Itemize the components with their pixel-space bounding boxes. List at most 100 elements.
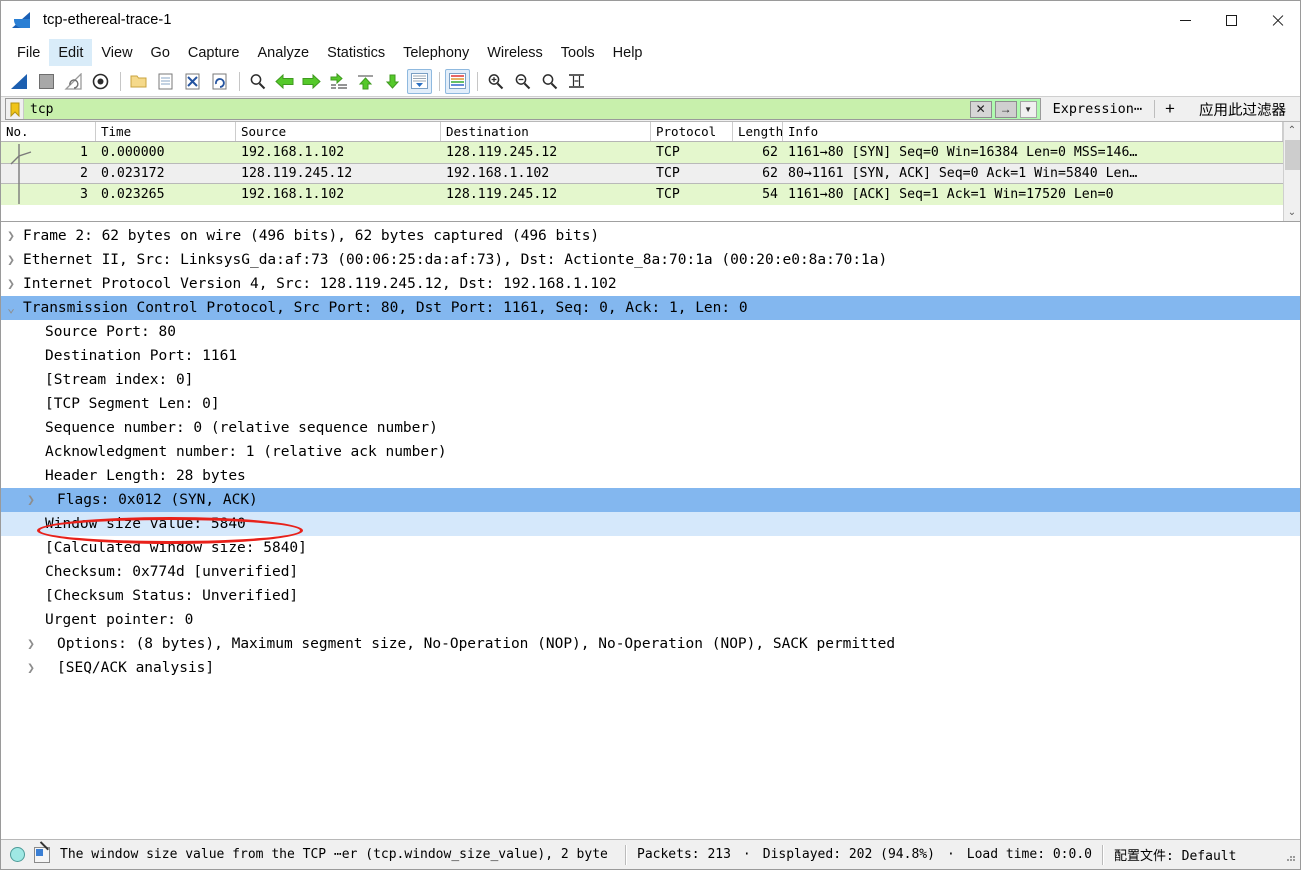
- menu-capture[interactable]: Capture: [179, 39, 249, 66]
- cell-protocol: TCP: [656, 145, 680, 160]
- cell-length: 54: [762, 187, 778, 202]
- column-no[interactable]: No.: [1, 122, 96, 141]
- filter-history-chevron-down-icon[interactable]: ▼: [1019, 100, 1037, 118]
- detail-calculated-window-size[interactable]: ❯ [Calculated window size: 5840]: [1, 536, 1300, 560]
- reload-file-icon[interactable]: [207, 69, 232, 94]
- apply-this-filter-label[interactable]: 应用此过滤器: [1185, 97, 1300, 121]
- chevron-right-icon[interactable]: ❯: [21, 637, 41, 652]
- detail-window-size-value[interactable]: ❯ Window size value: 5840: [1, 512, 1300, 536]
- open-file-icon[interactable]: [126, 69, 151, 94]
- tree-spacer: ❯: [1, 349, 21, 364]
- chevron-right-icon[interactable]: ❯: [1, 277, 21, 292]
- status-profile[interactable]: 配置文件: Default: [1104, 845, 1246, 864]
- menu-view[interactable]: View: [92, 39, 141, 66]
- chevron-right-icon[interactable]: ❯: [1, 229, 21, 244]
- menu-wireless[interactable]: Wireless: [478, 39, 552, 66]
- capture-options-icon[interactable]: [88, 69, 113, 94]
- table-row[interactable]: 2 0.023172 128.119.245.12 192.168.1.102 …: [1, 163, 1283, 184]
- detail-calculated-window-size-label: [Calculated window size: 5840]: [45, 540, 307, 556]
- detail-tcp[interactable]: ⌄ Transmission Control Protocol, Src Por…: [1, 296, 1300, 320]
- auto-scroll-icon[interactable]: [407, 68, 432, 94]
- menu-statistics[interactable]: Statistics: [318, 39, 394, 66]
- scroll-down-icon[interactable]: ⌄: [1284, 204, 1301, 221]
- column-protocol[interactable]: Protocol: [651, 122, 733, 141]
- detail-destination-port[interactable]: ❯ Destination Port: 1161: [1, 344, 1300, 368]
- packet-list-scrollbar[interactable]: ⌃ ⌄: [1283, 122, 1300, 221]
- stop-capture-icon[interactable]: [34, 69, 59, 94]
- menu-tools[interactable]: Tools: [552, 39, 604, 66]
- detail-tcp-segment-len[interactable]: ❯ [TCP Segment Len: 0]: [1, 392, 1300, 416]
- menu-analyze[interactable]: Analyze: [248, 39, 318, 66]
- tree-spacer: ❯: [1, 445, 21, 460]
- go-to-first-icon[interactable]: [353, 69, 378, 94]
- detail-checksum[interactable]: ❯ Checksum: 0x774d [unverified]: [1, 560, 1300, 584]
- scroll-up-icon[interactable]: ⌃: [1284, 122, 1301, 139]
- start-capture-icon[interactable]: [7, 69, 32, 94]
- detail-frame-label: Frame 2: 62 bytes on wire (496 bits), 62…: [23, 228, 600, 244]
- column-source[interactable]: Source: [236, 122, 441, 141]
- go-to-packet-icon[interactable]: [326, 69, 351, 94]
- detail-source-port[interactable]: ❯ Source Port: 80: [1, 320, 1300, 344]
- resize-columns-icon[interactable]: [564, 69, 589, 94]
- detail-urgent-pointer[interactable]: ❯ Urgent pointer: 0: [1, 608, 1300, 632]
- chevron-down-icon[interactable]: ⌄: [1, 301, 21, 316]
- go-back-icon[interactable]: [272, 69, 297, 94]
- status-field-help: The window size value from the TCP ⋯er (…: [60, 847, 608, 862]
- detail-frame[interactable]: ❯ Frame 2: 62 bytes on wire (496 bits), …: [1, 224, 1300, 248]
- minimize-button[interactable]: [1162, 1, 1208, 39]
- restart-capture-icon[interactable]: [61, 69, 86, 94]
- detail-sequence-number[interactable]: ❯ Sequence number: 0 (relative sequence …: [1, 416, 1300, 440]
- detail-sequence-number-label: Sequence number: 0 (relative sequence nu…: [45, 420, 438, 436]
- bookmark-icon[interactable]: [6, 99, 24, 119]
- filter-expression-button[interactable]: Expression⋯: [1041, 97, 1154, 121]
- detail-ack-number[interactable]: ❯ Acknowledgment number: 1 (relative ack…: [1, 440, 1300, 464]
- detail-options[interactable]: ❯ Options: (8 bytes), Maximum segment si…: [1, 632, 1300, 656]
- main-toolbar: [1, 66, 1300, 97]
- maximize-button[interactable]: [1208, 1, 1254, 39]
- chevron-right-icon[interactable]: ❯: [21, 661, 41, 676]
- menu-go[interactable]: Go: [142, 39, 179, 66]
- table-row[interactable]: 1 0.000000 192.168.1.102 128.119.245.12 …: [1, 142, 1283, 163]
- expert-info-icon[interactable]: [10, 847, 25, 862]
- close-file-icon[interactable]: [180, 69, 205, 94]
- colorize-icon[interactable]: [445, 68, 470, 94]
- close-button[interactable]: [1254, 1, 1300, 39]
- detail-checksum-status[interactable]: ❯ [Checksum Status: Unverified]: [1, 584, 1300, 608]
- display-filter-input[interactable]: tcp: [24, 99, 970, 119]
- detail-flags[interactable]: ❯ Flags: 0x012 (SYN, ACK): [1, 488, 1300, 512]
- column-destination[interactable]: Destination: [441, 122, 651, 141]
- column-time[interactable]: Time: [96, 122, 236, 141]
- menu-edit[interactable]: Edit: [49, 39, 93, 66]
- go-forward-icon[interactable]: [299, 69, 324, 94]
- detail-ethernet[interactable]: ❯ Ethernet II, Src: LinksysG_da:af:73 (0…: [1, 248, 1300, 272]
- go-to-last-icon[interactable]: [380, 69, 405, 94]
- zoom-out-icon[interactable]: [510, 69, 535, 94]
- capture-comment-icon[interactable]: [34, 846, 50, 863]
- column-info[interactable]: Info: [783, 122, 1283, 141]
- clear-filter-button[interactable]: ✕: [969, 100, 992, 118]
- scrollbar-thumb[interactable]: [1284, 140, 1300, 170]
- detail-stream-index[interactable]: ❯ [Stream index: 0]: [1, 368, 1300, 392]
- resize-grip-icon[interactable]: [1282, 848, 1296, 862]
- chevron-right-icon[interactable]: ❯: [21, 493, 41, 508]
- zoom-reset-icon[interactable]: [537, 69, 562, 94]
- menu-telephony[interactable]: Telephony: [394, 39, 478, 66]
- find-packet-icon[interactable]: [245, 69, 270, 94]
- cell-no: 3: [80, 187, 88, 202]
- add-filter-button[interactable]: +: [1155, 97, 1185, 121]
- detail-seq-ack-analysis[interactable]: ❯ [SEQ/ACK analysis]: [1, 656, 1300, 680]
- menu-file[interactable]: File: [8, 39, 49, 66]
- column-length[interactable]: Length: [733, 122, 783, 141]
- cell-time: 0.023172: [101, 166, 165, 181]
- detail-ipv4[interactable]: ❯ Internet Protocol Version 4, Src: 128.…: [1, 272, 1300, 296]
- cell-info: 1161→80 [ACK] Seq=1 Ack=1 Win=17520 Len=…: [788, 187, 1114, 202]
- menu-help[interactable]: Help: [604, 39, 652, 66]
- save-file-icon[interactable]: [153, 69, 178, 94]
- display-filter-input-wrap[interactable]: tcp ✕ → ▼: [5, 98, 1041, 120]
- detail-source-port-label: Source Port: 80: [45, 324, 176, 340]
- table-row[interactable]: 3 0.023265 192.168.1.102 128.119.245.12 …: [1, 184, 1283, 205]
- chevron-right-icon[interactable]: ❯: [1, 253, 21, 268]
- apply-filter-button[interactable]: →: [994, 100, 1017, 118]
- detail-header-length[interactable]: ❯ Header Length: 28 bytes: [1, 464, 1300, 488]
- zoom-in-icon[interactable]: [483, 69, 508, 94]
